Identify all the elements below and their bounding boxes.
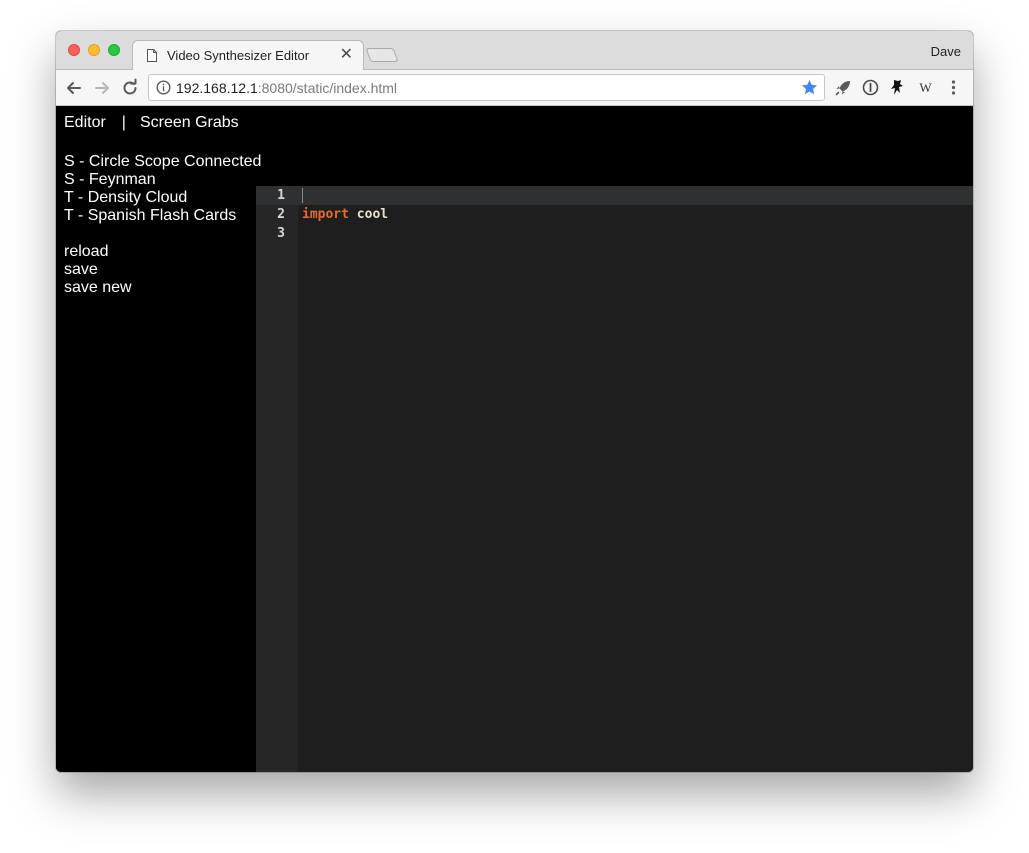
info-icon[interactable] [156, 80, 171, 95]
window-minimize-button[interactable] [88, 44, 100, 56]
address-bar[interactable]: 192.168.12.1:8080/static/index.html [148, 74, 825, 101]
reload-link[interactable]: reload [64, 243, 132, 261]
editor-gutter [256, 186, 298, 772]
line-number: 2 [277, 207, 285, 222]
program-item[interactable]: S - Feynman [64, 171, 261, 189]
save-new-link[interactable]: save new [64, 279, 132, 297]
action-list: reload save save new [64, 243, 132, 297]
line-number: 1 [277, 188, 285, 203]
active-line-highlight [256, 186, 973, 205]
code-text: cool [348, 207, 389, 222]
browser-window: Video Synthesizer Editor ✕ Dave 192.168.… [56, 31, 973, 772]
forward-arrow-icon[interactable] [92, 78, 112, 98]
new-tab-button[interactable] [365, 48, 399, 62]
tab-video-synthesizer-editor[interactable]: Video Synthesizer Editor ✕ [132, 40, 364, 71]
window-maximize-button[interactable] [108, 44, 120, 56]
program-item[interactable]: S - Circle Scope Connected [64, 153, 261, 171]
ninja-icon[interactable] [888, 78, 907, 97]
tab-title: Video Synthesizer Editor [167, 48, 310, 63]
window-close-button[interactable] [68, 44, 80, 56]
nav-editor-link[interactable]: Editor [64, 114, 106, 131]
rocket-icon[interactable] [834, 78, 853, 97]
program-item[interactable]: T - Spanish Flash Cards [64, 207, 261, 225]
nav-separator: | [121, 114, 126, 131]
kebab-menu-icon[interactable] [944, 78, 963, 97]
program-list: S - Circle Scope Connected S - Feynman T… [64, 153, 261, 225]
browser-toolbar: 192.168.12.1:8080/static/index.html W [56, 70, 973, 106]
save-link[interactable]: save [64, 261, 132, 279]
back-arrow-icon[interactable] [64, 78, 84, 98]
program-item[interactable]: T - Density Cloud [64, 189, 261, 207]
url-text[interactable]: 192.168.12.1:8080/static/index.html [176, 80, 397, 96]
reload-icon[interactable] [120, 78, 140, 98]
url-path: :8080/static/index.html [257, 80, 398, 96]
page-icon [147, 49, 157, 62]
tab-close-icon[interactable]: ✕ [340, 46, 353, 64]
url-host: 192.168.12.1 [176, 80, 258, 96]
tab-strip: Video Synthesizer Editor ✕ Dave [56, 31, 973, 71]
wikipedia-icon[interactable]: W [916, 78, 935, 97]
code-line[interactable]: import cool [302, 205, 388, 224]
star-icon[interactable] [801, 79, 818, 96]
text-cursor [302, 188, 303, 203]
nav-screen-grabs-link[interactable]: Screen Grabs [140, 114, 239, 131]
code-editor[interactable]: 1 2 3 import cool [256, 186, 973, 772]
profile-name[interactable]: Dave [931, 44, 961, 59]
password-manager-icon[interactable] [861, 78, 880, 97]
top-nav: Editor | Screen Grabs [64, 114, 239, 132]
line-number: 3 [277, 226, 285, 241]
page-content: Editor | Screen Grabs S - Circle Scope Con… [56, 106, 973, 772]
code-keyword: import [302, 207, 349, 222]
